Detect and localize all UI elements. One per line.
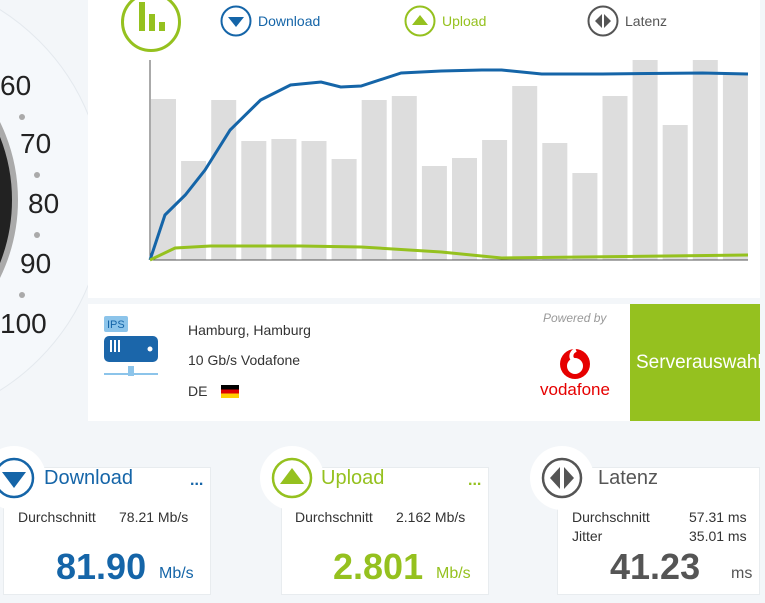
latency-bar [482,140,508,260]
powered-by-label: Powered by [543,311,607,325]
server-provider: 10 Gb/s Vodafone [188,352,301,368]
latency-avg-value: 57.31 ms [689,509,747,525]
download-avg-value: 78.21 Mb/s [119,509,189,525]
download-value: 81.90 [56,546,147,587]
latency-avg-label: Durchschnitt [572,509,650,525]
latency-bar [391,96,417,260]
legend-download-label: Download [258,13,321,29]
server-icon-label: IPS [107,319,125,331]
latency-icon [587,5,619,37]
latency-bar [421,166,447,260]
gauge-tick-dot [19,292,25,298]
latency-unit: ms [731,565,753,582]
latency-icon [541,457,583,499]
chart-toggle-button[interactable] [121,0,181,52]
latency-card-icon-wrap [530,446,594,510]
legend-upload[interactable]: Upload [404,5,486,37]
gauge-tick-dot [34,232,40,238]
vodafone-logo-icon [560,348,590,379]
jitter-value: 35.01 ms [689,528,747,544]
latency-bar [512,86,538,260]
upload-value: 2.801 [333,546,424,587]
server-city: Hamburg, Hamburg [188,322,311,338]
latency-bar [572,173,598,260]
upload-title: Upload [321,467,385,489]
upload-arrow-icon [271,457,313,499]
gauge-scale-label: 100 [0,308,47,339]
vodafone-wordmark: vodafone [540,380,610,399]
server-info-panel: IPS Hamburg, Hamburg 10 Gb/s Vodafone DE… [88,304,760,421]
chart-panel: Download Upload Latenz [88,0,760,298]
latency-bar [602,96,628,260]
latency-bar [301,141,327,260]
download-series-line [148,68,749,261]
latency-bar [361,100,387,260]
legend-download[interactable]: Download [220,5,320,37]
latency-bar [692,60,718,260]
download-arrow-icon [0,457,35,499]
latency-bar [241,141,267,260]
bar-chart-icon [139,2,165,31]
jitter-label: Jitter [572,528,603,544]
latency-title: Latenz [598,467,659,489]
latency-bar [662,125,688,260]
gauge-scale-label: 60 [0,70,31,101]
latency-bar [722,75,748,260]
upload-card-icon-wrap [260,446,324,510]
upload-arrow-icon [404,5,436,37]
latency-bar [632,60,658,260]
legend-latency-label: Latenz [625,13,668,29]
latency-bar [331,159,357,260]
download-more-button[interactable]: ... [190,472,203,490]
server-country: DE [188,383,208,399]
gauge-scale-label: 70 [20,128,51,159]
legend-latency[interactable]: Latenz [587,5,667,37]
latency-bar [452,158,477,260]
speed-chart [148,60,749,262]
legend-upload-label: Upload [442,13,487,29]
upload-unit: Mb/s [436,565,471,582]
download-arrow-icon [220,5,252,37]
latency-bar [151,99,176,260]
upload-avg-value: 2.162 Mb/s [396,509,466,525]
server-select-button[interactable]: Serverauswahl [630,304,760,421]
download-title: Download [44,467,133,489]
gauge-scale-label: 90 [20,248,51,279]
download-avg-label: Durchschnitt [18,509,96,525]
latency-value: 41.23 [610,546,701,587]
gauge-tick-dot [19,114,25,120]
download-unit: Mb/s [159,565,194,582]
upload-avg-label: Durchschnitt [295,509,373,525]
latency-bar [271,139,297,260]
latency-bar [542,143,568,260]
germany-flag-icon [221,385,239,398]
server-icon: IPS [104,316,158,376]
gauge-scale-label: 80 [28,188,59,219]
upload-more-button[interactable]: ... [468,472,481,490]
upload-series-line [149,244,749,262]
latency-bar [211,100,237,260]
gauge-tick-dot [34,172,40,178]
